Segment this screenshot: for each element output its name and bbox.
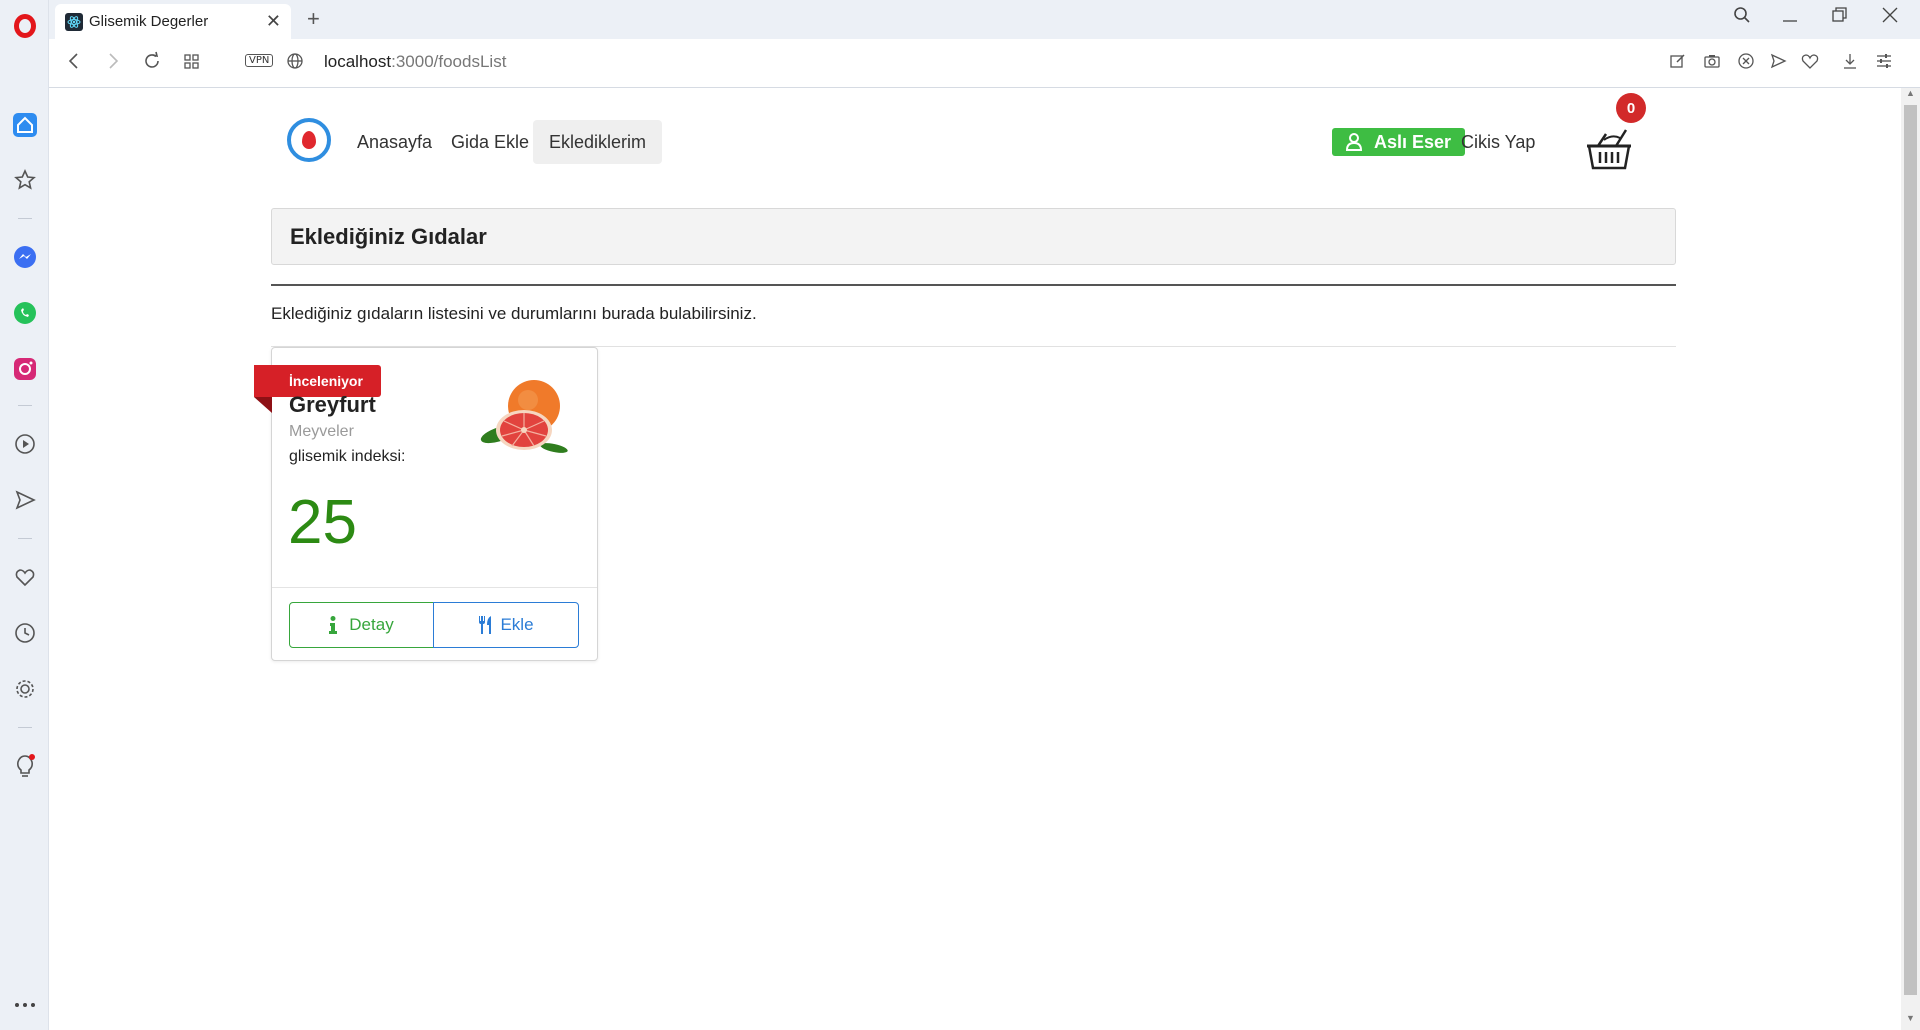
grapefruit-image	[480, 380, 568, 453]
forward-arrow-icon[interactable]	[104, 51, 122, 77]
nav-link-anasayfa[interactable]: Anasayfa	[341, 120, 448, 164]
sidebar-divider	[18, 218, 32, 219]
shopping-basket-icon[interactable]	[1586, 126, 1632, 172]
tab-snapshot-grid-icon[interactable]	[183, 51, 201, 77]
page-scrollbar[interactable]: ▲ ▼	[1901, 88, 1920, 1030]
opera-logo-icon[interactable]	[0, 6, 49, 46]
scroll-down-arrow-icon[interactable]: ▼	[1901, 1013, 1920, 1030]
sidebar-divider	[18, 405, 32, 406]
glycemic-index-label: glisemik indeksi:	[289, 448, 406, 465]
status-ribbon-fold	[254, 397, 272, 413]
user-name: Aslı Eser	[1374, 131, 1452, 152]
player-icon[interactable]	[0, 424, 49, 464]
web-page: Anasayfa Gida Ekle Eklediklerim Aslı Ese…	[49, 88, 1901, 1030]
detail-button-label: Detay	[349, 615, 394, 634]
add-button[interactable]: Ekle	[433, 602, 579, 648]
speed-dial-icon[interactable]	[0, 160, 49, 200]
bookmark-heart-icon[interactable]	[1801, 52, 1819, 75]
add-button-label: Ekle	[500, 615, 534, 634]
scrollbar-thumb[interactable]	[1904, 105, 1917, 995]
whatsapp-icon[interactable]	[0, 293, 49, 333]
logout-link[interactable]: Cikis Yap	[1461, 120, 1535, 164]
page-header-card: Eklediğiniz Gıdalar	[271, 208, 1676, 265]
restore-window-icon[interactable]	[1832, 6, 1848, 30]
nav-link-gida-ekle[interactable]: Gida Ekle	[435, 120, 545, 164]
react-favicon-icon	[65, 12, 83, 31]
close-window-icon[interactable]	[1882, 6, 1898, 30]
browser-sidebar	[0, 0, 49, 1030]
food-category: Meyveler	[289, 423, 354, 440]
glycemic-index-value: 25	[288, 488, 357, 557]
instagram-icon[interactable]	[0, 349, 49, 389]
globe-icon[interactable]	[286, 52, 304, 76]
food-name: Greyfurt	[289, 392, 376, 417]
more-options-icon[interactable]	[0, 985, 49, 1025]
messenger-icon[interactable]	[0, 237, 49, 277]
home-icon[interactable]	[0, 105, 49, 145]
search-tabs-icon[interactable]	[1733, 6, 1751, 30]
browser-tab[interactable]: Glisemik Degerler ✕	[55, 4, 291, 39]
tab-title: Glisemik Degerler	[89, 13, 209, 30]
flow-send-icon[interactable]	[0, 480, 49, 520]
scroll-up-arrow-icon[interactable]: ▲	[1901, 88, 1920, 105]
url-field[interactable]: localhost:3000/foodsList	[324, 52, 506, 72]
cart-count-badge: 0	[1616, 93, 1646, 123]
header-divider	[271, 284, 1676, 286]
url-host: localhost	[324, 52, 392, 71]
page-title: Eklediğiniz Gıdalar	[290, 223, 487, 249]
tips-lightbulb-icon[interactable]	[0, 746, 49, 786]
back-arrow-icon[interactable]	[65, 51, 83, 77]
tab-bar: Glisemik Degerler ✕ +	[49, 0, 1920, 39]
send-flow-icon[interactable]	[1769, 52, 1787, 75]
utensils-icon	[479, 616, 492, 634]
address-bar: VPN localhost:3000/foodsList	[49, 39, 1920, 88]
easy-setup-edit-icon[interactable]	[1669, 52, 1687, 75]
nav-link-eklediklerim[interactable]: Eklediklerim	[533, 120, 663, 164]
new-tab-plus-icon[interactable]: +	[307, 6, 320, 32]
camera-snapshot-icon[interactable]	[1703, 52, 1721, 75]
ad-blocker-icon[interactable]	[1737, 52, 1755, 75]
easy-setup-sliders-icon[interactable]	[1875, 52, 1893, 75]
user-icon	[1346, 133, 1362, 151]
user-profile-button[interactable]: Aslı Eser	[1332, 128, 1466, 156]
history-clock-icon[interactable]	[0, 613, 49, 653]
sidebar-divider	[18, 727, 32, 728]
food-card: İnceleniyor Greyfurt Meyveler glisemik i…	[254, 347, 598, 661]
brand-logo-drop-icon[interactable]	[287, 118, 331, 162]
vpn-badge[interactable]: VPN	[245, 54, 274, 67]
info-icon	[329, 616, 338, 634]
download-icon[interactable]	[1841, 52, 1859, 75]
reload-icon[interactable]	[143, 51, 161, 77]
page-description: Eklediğiniz gıdaların listesini ve durum…	[271, 304, 757, 323]
url-path: :3000/foodsList	[391, 52, 507, 71]
card-footer-divider	[272, 587, 597, 588]
sidebar-divider	[18, 538, 32, 539]
site-navbar: Anasayfa Gida Ekle Eklediklerim Aslı Ese…	[271, 88, 1676, 178]
detail-button[interactable]: Detay	[289, 602, 434, 648]
settings-gear-icon[interactable]	[0, 669, 49, 709]
minimize-window-icon[interactable]	[1782, 6, 1798, 30]
heart-icon[interactable]	[0, 557, 49, 597]
tab-close-icon[interactable]: ✕	[266, 11, 281, 32]
